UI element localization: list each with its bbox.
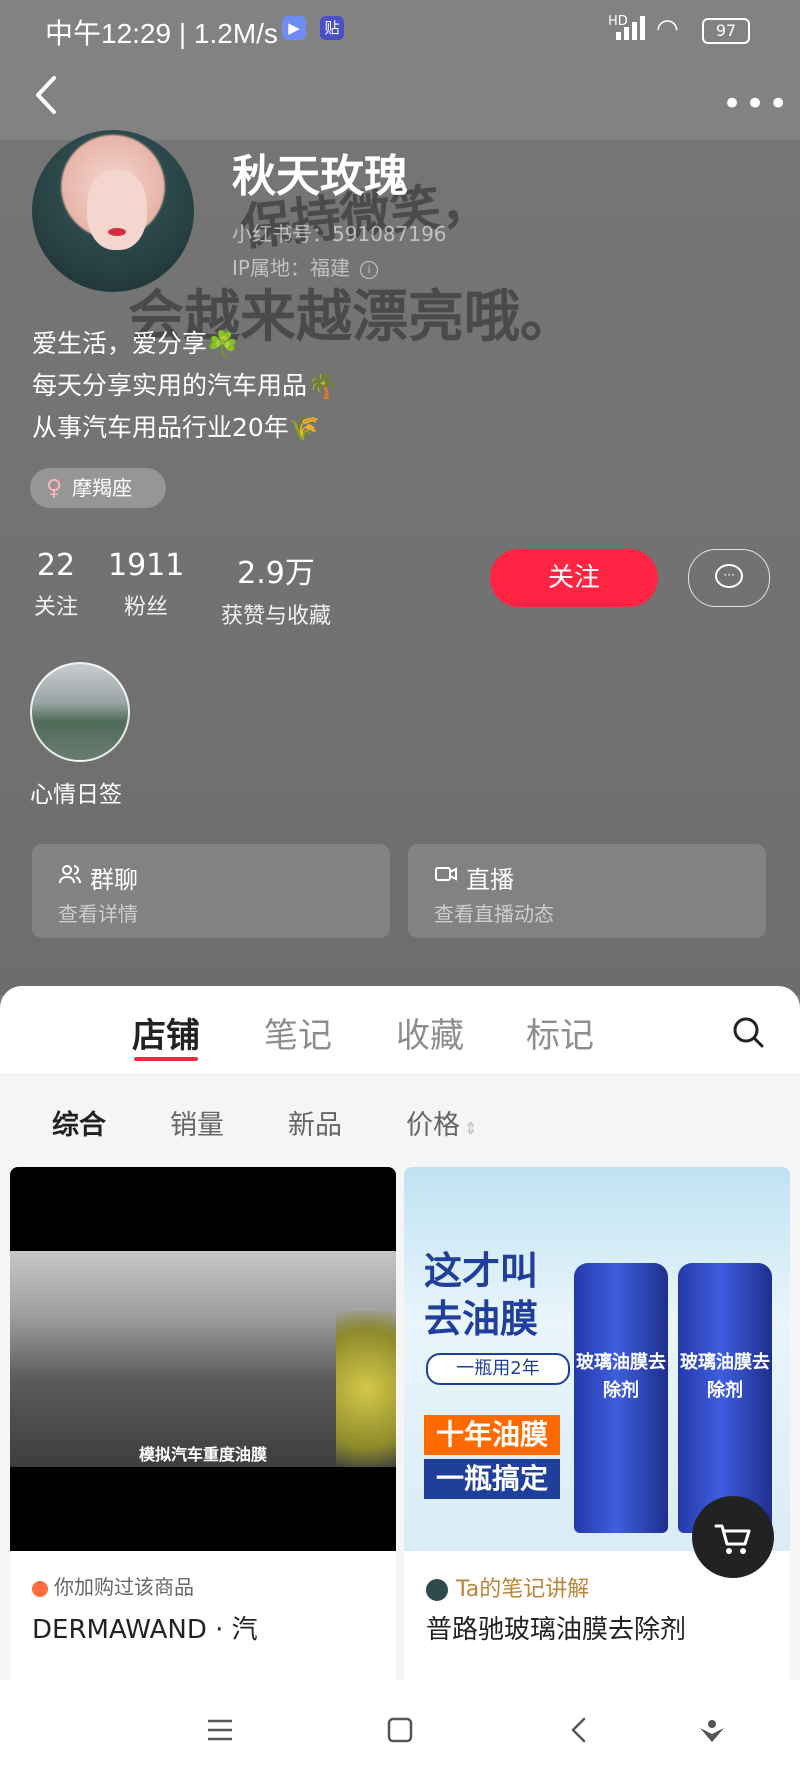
stat-likes-value: 2.9万 — [237, 556, 315, 591]
filter-sales[interactable]: 销量 — [170, 1103, 224, 1142]
live-icon — [435, 867, 457, 881]
home-icon[interactable] — [382, 1712, 418, 1748]
cart-dot-icon — [32, 1580, 48, 1597]
spray-can-2-text: 玻璃油膜去除剂 — [680, 1352, 770, 1401]
chat-bubble-icon: ··· — [715, 564, 743, 588]
stat-followers-value: 1911 — [108, 548, 185, 583]
system-nav-bar — [0, 1680, 800, 1778]
product-badge-2-text: Ta的笔记讲解 — [456, 1577, 590, 1602]
product-image-banner-1: 十年油膜 — [424, 1415, 560, 1455]
wifi-icon: ◠ — [656, 14, 679, 44]
back-button[interactable] — [30, 70, 70, 120]
info-icon[interactable]: i — [359, 260, 378, 279]
stat-following-label: 关注 — [33, 595, 78, 620]
menu-icon[interactable] — [202, 1712, 238, 1748]
zodiac-tag: ♀ 摩羯座 — [30, 468, 166, 508]
product-badge-1-text: 你加购过该商品 — [54, 1575, 194, 1599]
follow-button[interactable]: 关注 — [490, 549, 658, 607]
windshield-scene — [10, 1251, 396, 1467]
avatar-lips — [108, 228, 126, 236]
stat-following-value: 22 — [36, 548, 76, 583]
bio-line-1: 爱生活，爱分享☘️ — [32, 329, 239, 358]
ip-location: IP属地：福建 i — [232, 252, 378, 281]
group-chat-subtitle: 查看详情 — [58, 902, 138, 926]
group-chat-card[interactable]: 群聊 查看详情 — [32, 844, 390, 938]
search-icon[interactable] — [730, 1014, 766, 1050]
product-grid: 模拟汽车重度油膜 你加购过该商品 DERMAWAND · 汽 这才叫去油膜 一瓶… — [0, 1167, 800, 1687]
product-title-1: DERMAWAND · 汽 — [32, 1615, 258, 1645]
tab-notes[interactable]: 笔记 — [264, 1008, 332, 1057]
product-image-banner-2: 一瓶搞定 — [424, 1459, 560, 1499]
stat-followers[interactable]: 1911 粉丝 — [108, 548, 184, 621]
group-chat-title: 群聊 — [90, 866, 138, 894]
sort-arrows-icon: ⇕ — [464, 1119, 478, 1138]
message-button[interactable]: ··· — [688, 549, 770, 607]
assistant-icon[interactable] — [694, 1712, 730, 1748]
product-image-headline: 这才叫去油膜 — [424, 1249, 539, 1341]
stat-following[interactable]: 22 关注 — [30, 548, 82, 621]
stat-followers-label: 粉丝 — [123, 595, 168, 620]
live-card[interactable]: 直播 查看直播动态 — [408, 844, 766, 938]
zodiac-label: 摩羯座 — [72, 476, 133, 500]
status-time: 中午12:29 | 1.2M/s — [45, 18, 278, 49]
active-tab-indicator — [134, 1057, 198, 1061]
bio-line-3: 从事汽车用品行业20年🌾 — [32, 413, 320, 442]
product-image-caption: 模拟汽车重度油膜 — [138, 1445, 267, 1464]
filter-bar: 综合 销量 新品 价格 ⇕ — [0, 1075, 800, 1167]
tieba-icon: 贴 — [320, 16, 344, 40]
back-arrow-icon — [36, 76, 56, 114]
tab-shop[interactable]: 店铺 — [132, 1008, 200, 1057]
filter-new[interactable]: 新品 — [288, 1103, 342, 1142]
app-notification-icon: ▶ — [282, 16, 306, 40]
product-image-pill: 一瓶用2年 — [426, 1353, 570, 1385]
tab-collections[interactable]: 收藏 — [396, 1008, 464, 1057]
author-avatar-icon — [426, 1579, 448, 1601]
spray-can-1: 玻璃油膜去除剂 — [574, 1263, 668, 1533]
live-subtitle: 查看直播动态 — [434, 902, 554, 926]
signal-icon — [612, 16, 648, 40]
stat-likes[interactable]: 2.9万 获赞与收藏 — [214, 548, 338, 630]
product-image-2: 这才叫去油膜 一瓶用2年 十年油膜 一瓶搞定 玻璃油膜去除剂 玻璃油膜去除剂 — [404, 1167, 790, 1551]
ip-location-text: IP属地：福建 — [232, 256, 350, 280]
filter-overall[interactable]: 综合 — [52, 1103, 106, 1142]
avatar[interactable] — [32, 130, 194, 292]
story-highlight-thumbnail[interactable] — [30, 662, 130, 762]
profile-nickname: 秋天玫瑰 — [232, 151, 408, 202]
spray-can-2: 玻璃油膜去除剂 — [678, 1263, 772, 1533]
back-nav-icon[interactable] — [562, 1712, 598, 1748]
more-menu-icon[interactable]: ••• — [722, 84, 791, 124]
status-bar: 中午12:29 | 1.2M/s ▶ 贴 HD ◠ 97 — [0, 0, 800, 58]
tab-marks[interactable]: 标记 — [526, 1008, 594, 1057]
red-id: 小红书号：591087196 — [232, 222, 447, 246]
product-card-2[interactable]: 这才叫去油膜 一瓶用2年 十年油膜 一瓶搞定 玻璃油膜去除剂 玻璃油膜去除剂 T… — [404, 1167, 790, 1687]
spray-can-1-text: 玻璃油膜去除剂 — [576, 1352, 666, 1401]
female-icon: ♀ — [46, 476, 63, 501]
filter-price[interactable]: 价格 ⇕ — [406, 1103, 477, 1142]
bio-line-2: 每天分享实用的汽车用品🌴 — [32, 371, 339, 400]
product-card-1[interactable]: 模拟汽车重度油膜 你加购过该商品 DERMAWAND · 汽 — [10, 1167, 396, 1687]
cart-button[interactable] — [692, 1496, 774, 1578]
avatar-face — [87, 170, 147, 250]
stat-likes-label: 获赞与收藏 — [220, 604, 331, 629]
product-badge-2: Ta的笔记讲解 — [426, 1571, 589, 1603]
product-image-1: 模拟汽车重度油膜 — [10, 1167, 396, 1551]
product-badge-1: 你加购过该商品 — [32, 1571, 194, 1600]
product-title-2: 普路驰玻璃油膜去除剂 — [426, 1615, 687, 1645]
cart-icon — [714, 1524, 751, 1554]
battery-icon: 97 — [702, 18, 750, 44]
filter-price-label: 价格 — [406, 1110, 460, 1141]
group-icon — [59, 865, 81, 884]
story-highlight-label: 心情日签 — [30, 782, 122, 808]
live-title: 直播 — [466, 866, 514, 894]
